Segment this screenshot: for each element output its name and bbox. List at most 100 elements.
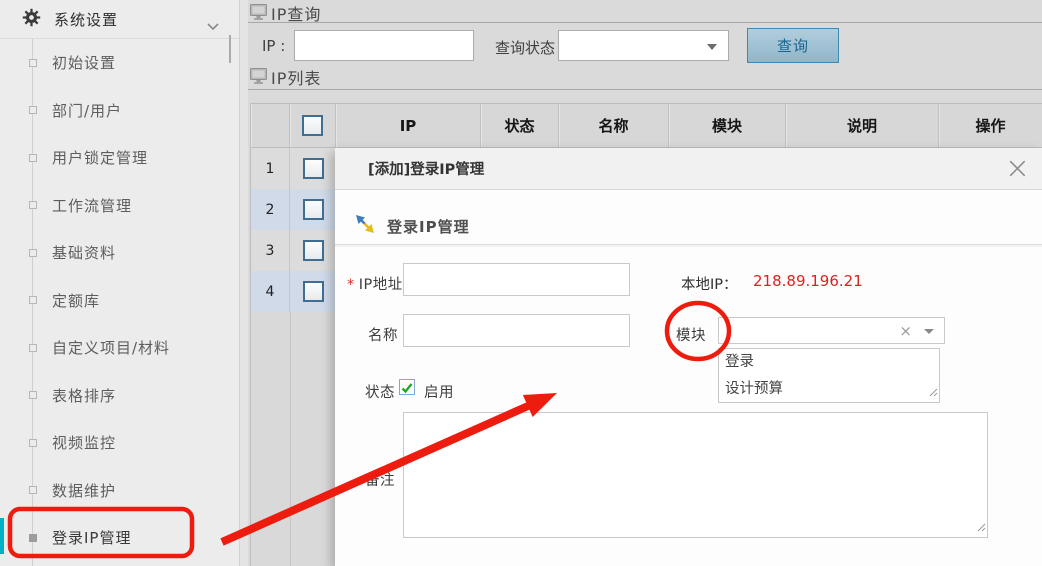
row-number: 2 [251, 189, 290, 230]
sidebar-item-basic-data[interactable]: 基础资料 [0, 229, 239, 277]
row-number-header [251, 104, 290, 147]
sidebar-item-label: 表格排序 [52, 385, 116, 406]
dropdown-arrow-icon [707, 44, 717, 50]
name-label: 名称 [368, 324, 398, 345]
name-input[interactable] [403, 314, 630, 347]
status-enable-label: 启用 [424, 381, 454, 402]
search-button[interactable]: 查询 [747, 28, 839, 63]
sidebar: 系统设置 初始设置 部门/用户 用户锁定管理 工作流管理 基础资料 定额库 自定… [0, 0, 240, 566]
column-header-ip[interactable]: IP [336, 104, 481, 147]
row-checkbox-cell [290, 148, 336, 189]
status-query-select[interactable] [558, 30, 729, 61]
sidebar-item-data-maintenance[interactable]: 数据维护 [0, 467, 239, 515]
select-all-checkbox[interactable] [302, 115, 323, 136]
column-header-name[interactable]: 名称 [559, 104, 669, 147]
sidebar-item-custom-items[interactable]: 自定义项目/材料 [0, 324, 239, 372]
gear-icon [22, 8, 41, 31]
divider [248, 22, 1042, 25]
row-number: 3 [251, 230, 290, 271]
required-mark: * [347, 277, 355, 293]
chevron-down-icon[interactable] [207, 16, 219, 35]
module-label: 模块 [676, 324, 706, 345]
status-label: 状态 [365, 381, 395, 402]
sidebar-item-workflow[interactable]: 工作流管理 [0, 182, 239, 230]
list-section-title-text: IP列表 [271, 65, 321, 89]
column-header-status[interactable]: 状态 [481, 104, 559, 147]
sidebar-item-label: 工作流管理 [52, 195, 132, 216]
tree-node-icon [29, 154, 37, 162]
local-ip-label: 本地IP： [681, 273, 738, 294]
content-gutter [240, 0, 248, 566]
sidebar-item-table-sort[interactable]: 表格排序 [0, 372, 239, 420]
tree-node-icon [29, 201, 37, 209]
tree-node-icon [29, 439, 37, 447]
ip-query-label: IP : [262, 37, 285, 55]
row-checkbox[interactable] [303, 240, 324, 261]
sidebar-item-label: 视频监控 [52, 432, 116, 453]
sidebar-item-initial-settings[interactable]: 初始设置 [0, 39, 239, 87]
module-options-list: 登录 设计预算 [718, 348, 940, 403]
tree-node-icon [29, 59, 37, 67]
sidebar-item-video-monitor[interactable]: 视频监控 [0, 419, 239, 467]
local-ip-value: 218.89.196.21 [753, 272, 863, 290]
tree-node-icon [29, 106, 37, 114]
divider [335, 244, 1042, 247]
sidebar-menu: 初始设置 部门/用户 用户锁定管理 工作流管理 基础资料 定额库 自定义项目/材… [0, 39, 239, 562]
check-icon [400, 381, 414, 395]
module-option-design-budget[interactable]: 设计预算 [719, 376, 939, 403]
ip-query-input[interactable] [294, 30, 474, 61]
module-select[interactable]: × [718, 317, 945, 344]
sidebar-item-label: 登录IP管理 [52, 527, 131, 548]
row-checkbox-cell [290, 189, 336, 230]
sidebar-header[interactable]: 系统设置 [0, 0, 239, 39]
row-checkbox-cell [290, 271, 336, 312]
row-number: 1 [251, 148, 290, 189]
sidebar-item-departments-users[interactable]: 部门/用户 [0, 87, 239, 135]
status-checkbox[interactable] [399, 379, 415, 395]
resize-grip-icon[interactable] [976, 517, 986, 536]
column-header-actions[interactable]: 操作 [939, 104, 1042, 147]
sidebar-item-label: 基础资料 [52, 242, 116, 263]
column-header-module[interactable]: 模块 [669, 104, 786, 147]
sidebar-item-label: 用户锁定管理 [52, 147, 148, 168]
tree-node-icon [29, 249, 37, 257]
monitor-icon [250, 68, 267, 88]
sidebar-item-quota-library[interactable]: 定额库 [0, 277, 239, 325]
ip-address-label: *IP地址 [347, 273, 403, 294]
tree-node-icon [29, 344, 37, 352]
dialog-titlebar[interactable]: [添加]登录IP管理 [335, 148, 1042, 190]
row-checkbox-cell [290, 230, 336, 271]
row-checkbox[interactable] [303, 158, 324, 179]
sidebar-item-label: 自定义项目/材料 [52, 337, 170, 358]
module-option-login[interactable]: 登录 [719, 349, 939, 376]
list-section-title: IP列表 [250, 65, 321, 89]
ip-address-input[interactable] [403, 263, 630, 296]
dropdown-arrow-icon[interactable] [924, 329, 934, 334]
clear-icon[interactable]: × [899, 322, 912, 340]
tree-node-icon [29, 296, 37, 304]
dialog-section-title: 登录IP管理 [387, 216, 470, 237]
row-number: 4 [251, 271, 290, 312]
status-query-label: 查询状态 [495, 37, 555, 58]
sidebar-item-user-lock[interactable]: 用户锁定管理 [0, 134, 239, 182]
sidebar-item-login-ip[interactable]: 登录IP管理 [0, 514, 239, 562]
table-header-row: IP 状态 名称 模块 说明 操作 [250, 103, 1042, 148]
row-checkbox[interactable] [303, 281, 324, 302]
sidebar-item-label: 初始设置 [52, 52, 116, 73]
monitor-icon [250, 4, 267, 24]
remark-textarea[interactable] [403, 412, 988, 538]
add-login-ip-dialog: [添加]登录IP管理 × 登录IP管理 *IP地址 本地IP： 218.89.1… [335, 148, 1042, 566]
dialog-title: [添加]登录IP管理 [368, 158, 484, 179]
select-all-header [290, 104, 336, 147]
sidebar-header-label: 系统设置 [54, 9, 118, 30]
resize-grip-icon[interactable] [928, 385, 938, 401]
sidebar-item-label: 部门/用户 [52, 100, 122, 121]
tree-node-icon [29, 391, 37, 399]
row-checkbox[interactable] [303, 199, 324, 220]
column-header-description[interactable]: 说明 [786, 104, 939, 147]
close-icon[interactable]: × [1005, 151, 1030, 187]
tree-node-icon [29, 534, 37, 542]
sidebar-item-label: 数据维护 [52, 480, 116, 501]
tree-node-icon [29, 486, 37, 494]
sidebar-item-label: 定额库 [52, 290, 100, 311]
